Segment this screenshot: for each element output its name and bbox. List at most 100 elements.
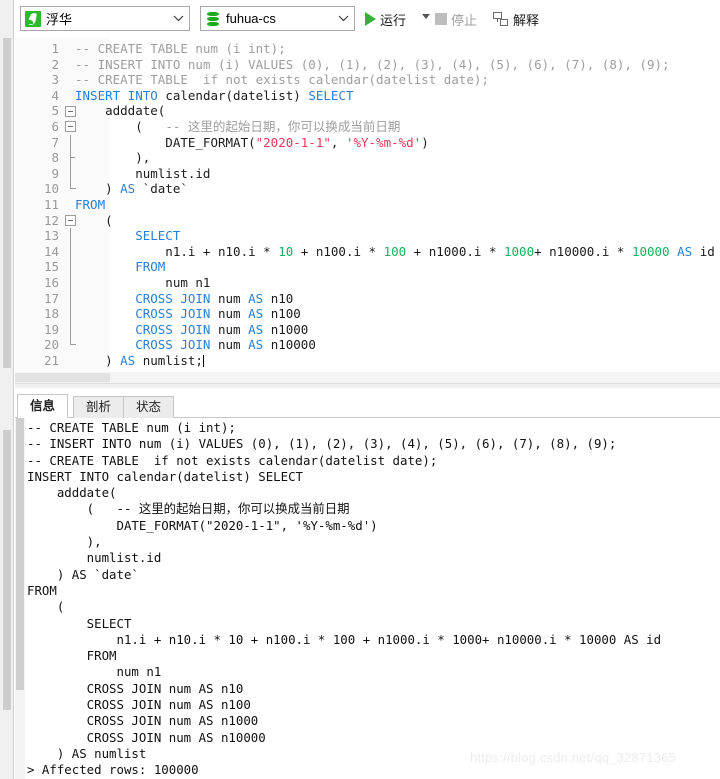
output-line: -- INSERT INTO num (i) VALUES (0), (1), … xyxy=(27,436,617,452)
token-plain: ) xyxy=(75,352,121,368)
token-comment: -- CREATE TABLE num (i int); xyxy=(75,41,286,56)
output-vertical-scrollbar[interactable] xyxy=(15,418,25,779)
output-line: ) AS `date` xyxy=(27,566,139,582)
outer-vertical-scrollbar[interactable] xyxy=(0,0,14,779)
code-line[interactable]: 13 SELECT xyxy=(15,228,720,244)
token-comment: -- CREATE TABLE if not exists calendar(d… xyxy=(75,72,489,88)
explain-button[interactable]: 解释 xyxy=(493,8,539,30)
code-text: -- CREATE TABLE num (i int); xyxy=(75,41,286,57)
code-line[interactable]: 9 numlist.id xyxy=(15,165,720,182)
code-line[interactable]: 16 num n1 xyxy=(15,274,720,291)
fold-guide-line xyxy=(70,306,71,322)
code-text: ) AS numlist; xyxy=(75,353,204,369)
code-line[interactable]: 17 CROSS JOIN num AS n10 xyxy=(15,290,720,307)
code-line[interactable]: 14 n1.i + n10.i * 10 + n100.i * 100 + n1… xyxy=(15,243,720,260)
chevron-down-icon[interactable] xyxy=(332,7,354,30)
code-line[interactable]: 20 CROSS JOIN num AS n10000 xyxy=(15,337,720,353)
line-number: 7 xyxy=(51,134,59,150)
code-text: FROM xyxy=(75,197,105,213)
code-text: n1.i + n10.i * 10 + n100.i * 100 + n1000… xyxy=(75,243,714,260)
output-line: num n1 xyxy=(27,664,162,680)
line-number: 13 xyxy=(43,228,59,244)
line-number: 11 xyxy=(43,196,59,212)
code-line[interactable]: 4 INSERT INTO calendar(datelist) SELECT xyxy=(15,88,720,104)
code-text: CROSS JOIN num AS n100 xyxy=(75,306,301,322)
connection-icon xyxy=(25,10,41,27)
token-plain: + n1000.i * xyxy=(406,243,504,259)
token-plain: + n10000.i * xyxy=(534,243,632,259)
play-icon xyxy=(365,12,376,26)
sql-code-editor[interactable]: 1 -- CREATE TABLE num (i int); 2 -- INSERT … xyxy=(15,38,720,383)
code-line[interactable]: 15 FROM xyxy=(15,259,720,275)
code-line[interactable]: 18 CROSS JOIN num AS n100 xyxy=(15,306,720,322)
token-plain: ( xyxy=(75,212,113,228)
output-text: -- CREATE TABLE num (i int); -- INSERT IN… xyxy=(27,420,720,779)
fold-guide-line xyxy=(70,321,71,338)
token-plain: ( xyxy=(75,118,166,134)
token-keyword: SELECT xyxy=(75,228,181,244)
panel-splitter[interactable] xyxy=(15,383,720,388)
code-line[interactable]: 21 ) AS numlist; xyxy=(15,353,720,369)
editor-horizontal-scrollbar[interactable] xyxy=(15,372,720,383)
code-line[interactable]: 12 ( xyxy=(15,213,720,229)
output-line: CROSS JOIN num AS n10000 xyxy=(27,729,266,745)
database-select[interactable]: fuhua-cs xyxy=(200,6,355,31)
code-text: numlist.id xyxy=(75,166,210,182)
code-lines[interactable]: 1 -- CREATE TABLE num (i int); 2 -- INSERT … xyxy=(15,41,720,368)
line-number: 16 xyxy=(43,274,59,290)
token-number: 10 xyxy=(278,243,294,259)
code-text: num n1 xyxy=(75,275,210,291)
code-line[interactable]: 2 -- INSERT INTO num (i) VALUES (0), (1),… xyxy=(15,57,720,73)
output-scroll-thumb[interactable] xyxy=(16,418,24,690)
line-number: 1 xyxy=(51,41,59,56)
token-keyword: AS xyxy=(677,243,700,259)
code-text: FROM xyxy=(75,259,165,275)
token-plain: num xyxy=(218,306,249,322)
code-line[interactable]: 1 -- CREATE TABLE num (i int); xyxy=(15,41,720,57)
line-number: 17 xyxy=(43,290,59,306)
tab-3[interactable]: 状态 xyxy=(123,396,175,418)
stop-button[interactable]: 停止 xyxy=(435,8,477,30)
message-output-panel[interactable]: -- CREATE TABLE num (i int); -- INSERT IN… xyxy=(15,418,720,779)
run-button[interactable]: 运行 xyxy=(365,8,406,30)
code-line[interactable]: 19 CROSS JOIN num AS n1000 xyxy=(15,321,720,338)
connection-select[interactable]: 浮华 xyxy=(20,6,190,31)
code-text: CROSS JOIN num AS n1000 xyxy=(75,322,308,338)
line-number: 6 xyxy=(51,118,59,134)
code-line[interactable]: 5 adddate( xyxy=(15,103,720,119)
stop-label: 停止 xyxy=(451,12,478,28)
line-number: 9 xyxy=(51,165,59,181)
code-line[interactable]: 8 ), xyxy=(15,150,720,166)
line-number: 21 xyxy=(43,352,59,368)
output-line: CROSS JOIN num AS n1000 xyxy=(27,713,259,729)
token-keyword: CROSS JOIN xyxy=(75,321,218,337)
scrollbar-thumb-lower[interactable] xyxy=(3,430,11,710)
run-dropdown-arrow-icon[interactable] xyxy=(422,14,430,19)
connection-label: 浮华 xyxy=(46,12,73,27)
code-line[interactable]: 3 -- CREATE TABLE if not exists calendar(… xyxy=(15,72,720,88)
code-line[interactable]: 10 ) AS `date` xyxy=(15,181,720,197)
chevron-down-icon[interactable] xyxy=(167,7,189,30)
fold-guide-line xyxy=(70,228,71,244)
token-string: "2020-1-1" xyxy=(255,134,331,150)
scrollbar-thumb-upper[interactable] xyxy=(3,38,11,368)
tab-1[interactable]: 信息 xyxy=(17,394,69,418)
output-line: CROSS JOIN num AS n10 xyxy=(27,680,244,696)
token-plain: num xyxy=(218,337,249,353)
token-plain: num n1 xyxy=(75,274,211,290)
token-plain: n10000 xyxy=(270,337,316,353)
output-line: DATE_FORMAT("2020-1-1", '%Y-%m-%d') xyxy=(27,517,378,533)
token-plain: `date` xyxy=(142,181,188,197)
fold-guide-line xyxy=(70,259,71,275)
fold-guide-line xyxy=(70,290,71,307)
code-line[interactable]: 6 ( -- 这里的起始日期，你可以换成当前日期 xyxy=(15,119,720,135)
editor-hscroll-thumb[interactable] xyxy=(15,373,110,382)
token-string: '%Y-%m-%d' xyxy=(345,134,422,150)
code-line[interactable]: 7 DATE_FORMAT("2020-1-1", '%Y-%m-%d') xyxy=(15,134,720,151)
token-keyword: AS xyxy=(248,321,271,337)
tab-2[interactable]: 剖析 xyxy=(73,396,125,418)
code-text: ( -- 这里的起始日期，你可以换成当前日期 xyxy=(75,119,400,135)
code-text: ) AS `date` xyxy=(75,181,188,197)
code-line[interactable]: 11 FROM xyxy=(15,197,720,213)
token-plain: DATE_FORMAT( xyxy=(75,134,256,150)
